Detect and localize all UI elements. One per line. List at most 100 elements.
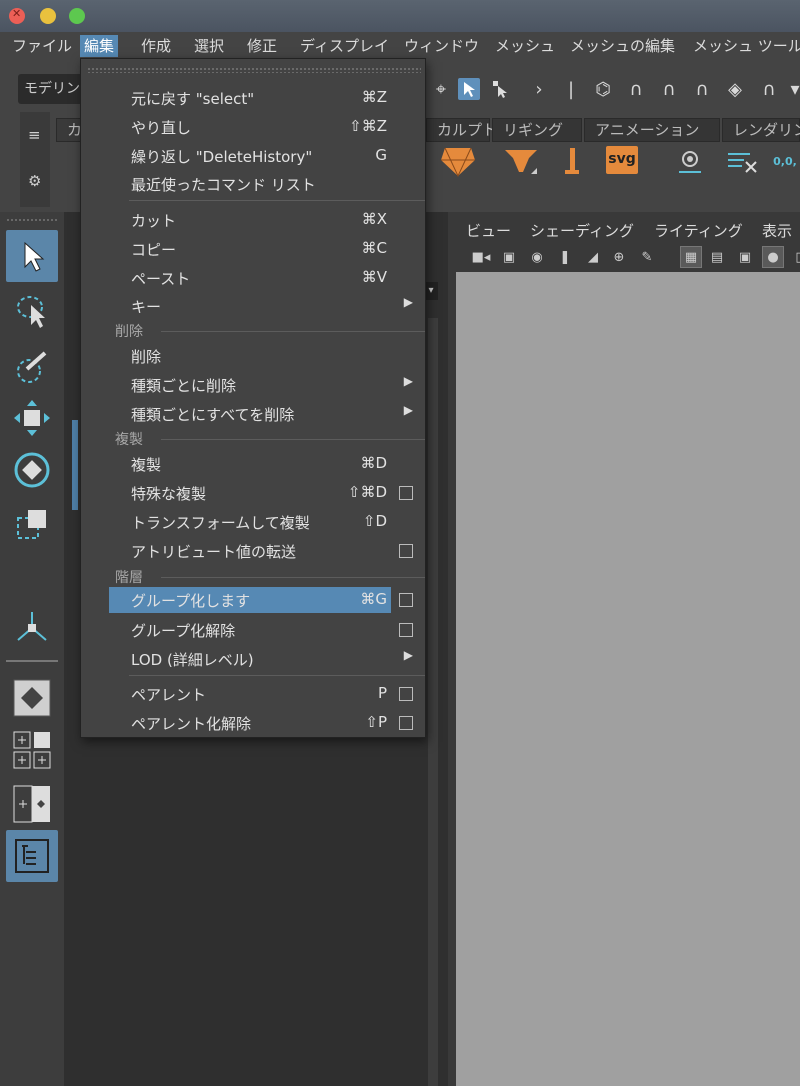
submenu-arrow-icon: ▶ <box>403 403 413 417</box>
single-perspective-layout-icon[interactable] <box>6 672 58 724</box>
tear-off-grip[interactable] <box>87 67 421 73</box>
shelf-tab-rigging[interactable]: リギング <box>492 118 582 142</box>
svg-tool-button[interactable]: svg <box>606 146 638 174</box>
camera-attributes-icon[interactable]: ◉ <box>526 246 548 268</box>
menu-item-parent[interactable]: ペアレント P <box>109 681 427 707</box>
menu-create[interactable]: 作成 <box>137 35 175 57</box>
menu-item-duplicate[interactable]: 複製 ⌘D <box>109 451 427 477</box>
select-by-hierarchy-icon[interactable]: ⌖ <box>430 78 452 100</box>
menu-item-keys[interactable]: キー ▶ <box>109 293 427 319</box>
outliner-layout-icon[interactable] <box>6 830 58 882</box>
shelf-tab-rendering[interactable]: レンダリン <box>722 118 800 142</box>
camera-lock-icon[interactable]: ▣ <box>498 246 520 268</box>
shelf-coords-label[interactable]: 0,0, <box>770 142 800 180</box>
snap-grid-icon[interactable]: ⌬ <box>592 78 614 100</box>
viewport-menu-lighting[interactable]: ライティング <box>654 220 743 241</box>
menu-file[interactable]: ファイル <box>8 35 76 57</box>
rotate-tool-icon[interactable] <box>6 444 58 496</box>
gate-mask-icon[interactable]: ● <box>762 246 784 268</box>
image-plane-icon[interactable]: ◢ <box>582 246 604 268</box>
menu-item-label: 特殊な複製 <box>131 485 207 503</box>
viewport-menu-show[interactable]: 表示 <box>762 220 792 241</box>
title-bar <box>0 0 800 32</box>
scale-tool-icon[interactable] <box>6 498 58 550</box>
two-view-layout-icon[interactable] <box>6 778 58 830</box>
menu-item-cut[interactable]: カット ⌘X <box>109 207 427 233</box>
camera-select-icon[interactable]: ■◂ <box>470 246 492 268</box>
menu-item-delete-by-type[interactable]: 種類ごとに削除 ▶ <box>109 372 427 398</box>
lasso-tool-icon[interactable] <box>6 286 58 338</box>
grid-toggle-icon[interactable]: ▦ <box>680 246 702 268</box>
menu-modify[interactable]: 修正 <box>243 35 281 57</box>
outliner-scrollbar[interactable] <box>428 318 438 1086</box>
menu-edit[interactable]: 編集 <box>80 35 119 57</box>
menu-mesh[interactable]: メッシュ <box>491 35 559 57</box>
shelf-tab-sculpt[interactable]: カルプト <box>426 118 497 142</box>
field-chart-icon[interactable]: ▯ <box>788 246 800 268</box>
film-gate-icon[interactable]: ▤ <box>706 246 728 268</box>
menu-item-lod[interactable]: LOD (詳細レベル) ▶ <box>109 646 427 672</box>
viewport-menu-view[interactable]: ビュー <box>466 220 511 241</box>
menu-item-redo[interactable]: やり直し ⇧⌘Z <box>109 114 427 140</box>
snap-view-icon[interactable]: ∩ <box>691 78 713 100</box>
window-minimize-button[interactable] <box>40 8 56 24</box>
bookmark-icon[interactable]: ❚ <box>554 246 576 268</box>
select-tool-icon[interactable] <box>6 230 58 282</box>
select-by-component-icon[interactable] <box>490 78 512 100</box>
two-d-pan-zoom-icon[interactable]: ⊕ <box>608 246 630 268</box>
select-by-object-icon[interactable] <box>458 78 480 100</box>
toolbar-divider-icon: | <box>567 78 575 100</box>
snap-surface-icon[interactable]: ◈ <box>724 78 746 100</box>
shelf-tab-curves[interactable]: カ <box>56 118 82 142</box>
polygon-pipe-icon[interactable] <box>560 142 584 180</box>
paint-select-tool-icon[interactable] <box>6 340 58 392</box>
menu-item-delete-all-by-type[interactable]: 種類ごとにすべてを削除 ▶ <box>109 401 427 427</box>
shelf-tab-animation[interactable]: アニメーション <box>584 118 720 142</box>
menu-item-repeat[interactable]: 繰り返し "DeleteHistory" G <box>109 143 427 169</box>
section-divider <box>161 331 425 332</box>
menu-item-unparent[interactable]: ペアレント化解除 ⇧P <box>109 710 427 736</box>
polygon-platonic-icon[interactable] <box>436 142 480 180</box>
option-box-icon[interactable] <box>399 623 413 637</box>
viewport-canvas[interactable] <box>456 272 800 1086</box>
menu-item-transfer-attribute-values[interactable]: アトリビュート値の転送 <box>109 538 427 564</box>
menu-item-paste[interactable]: ペースト ⌘V <box>109 265 427 291</box>
menu-mesh-tools[interactable]: メッシュ ツール <box>689 35 800 57</box>
four-view-layout-icon[interactable] <box>6 724 58 776</box>
menu-item-label: アトリビュート値の転送 <box>131 543 297 561</box>
menu-select[interactable]: 選択 <box>190 35 228 57</box>
shelf-delete-icon[interactable] <box>722 142 762 180</box>
resolution-gate-icon[interactable]: ▣ <box>734 246 756 268</box>
menu-item-copy[interactable]: コピー ⌘C <box>109 236 427 262</box>
menu-item-delete[interactable]: 削除 <box>109 343 427 369</box>
menu-item-duplicate-special[interactable]: 特殊な複製 ⇧⌘D <box>109 480 427 506</box>
snap-curve-icon[interactable]: ∩ <box>625 78 647 100</box>
snap-magnet-icon[interactable]: ∩ <box>758 78 780 100</box>
viewport-menu-shading[interactable]: シェーディング <box>530 220 634 241</box>
option-box-icon[interactable] <box>399 716 413 730</box>
move-tool-icon[interactable] <box>6 392 58 444</box>
shelf-camera-icon[interactable] <box>670 142 710 180</box>
menu-window[interactable]: ウィンドウ <box>400 35 483 57</box>
option-box-icon[interactable] <box>399 593 413 607</box>
more-chevron-icon[interactable]: ▾ <box>784 78 800 100</box>
shelf-settings-icon[interactable]: ⚙ <box>28 172 41 190</box>
polygon-cone-icon[interactable] <box>498 142 544 180</box>
menu-item-group[interactable]: グループ化します ⌘G <box>109 587 413 613</box>
window-maximize-button[interactable] <box>69 8 85 24</box>
menu-item-undo[interactable]: 元に戻す "select" ⌘Z <box>109 85 427 111</box>
window-close-button[interactable] <box>9 7 25 24</box>
snap-point-icon[interactable]: ∩ <box>658 78 680 100</box>
menu-item-label: LOD (詳細レベル) <box>131 651 254 669</box>
grease-pencil-icon[interactable]: ✎ <box>636 246 658 268</box>
menu-item-duplicate-with-transform[interactable]: トランスフォームして複製 ⇧D <box>109 509 427 535</box>
option-box-icon[interactable] <box>399 486 413 500</box>
option-box-icon[interactable] <box>399 544 413 558</box>
last-tool-icon[interactable] <box>6 600 58 652</box>
menu-edit-mesh[interactable]: メッシュの編集 <box>566 35 679 57</box>
shelf-menu-icon[interactable]: ≡ <box>28 126 41 144</box>
menu-item-recent-commands[interactable]: 最近使ったコマンド リスト <box>109 171 427 197</box>
option-box-icon[interactable] <box>399 687 413 701</box>
menu-item-ungroup[interactable]: グループ化解除 <box>109 617 427 643</box>
menu-display[interactable]: ディスプレイ <box>296 35 393 57</box>
